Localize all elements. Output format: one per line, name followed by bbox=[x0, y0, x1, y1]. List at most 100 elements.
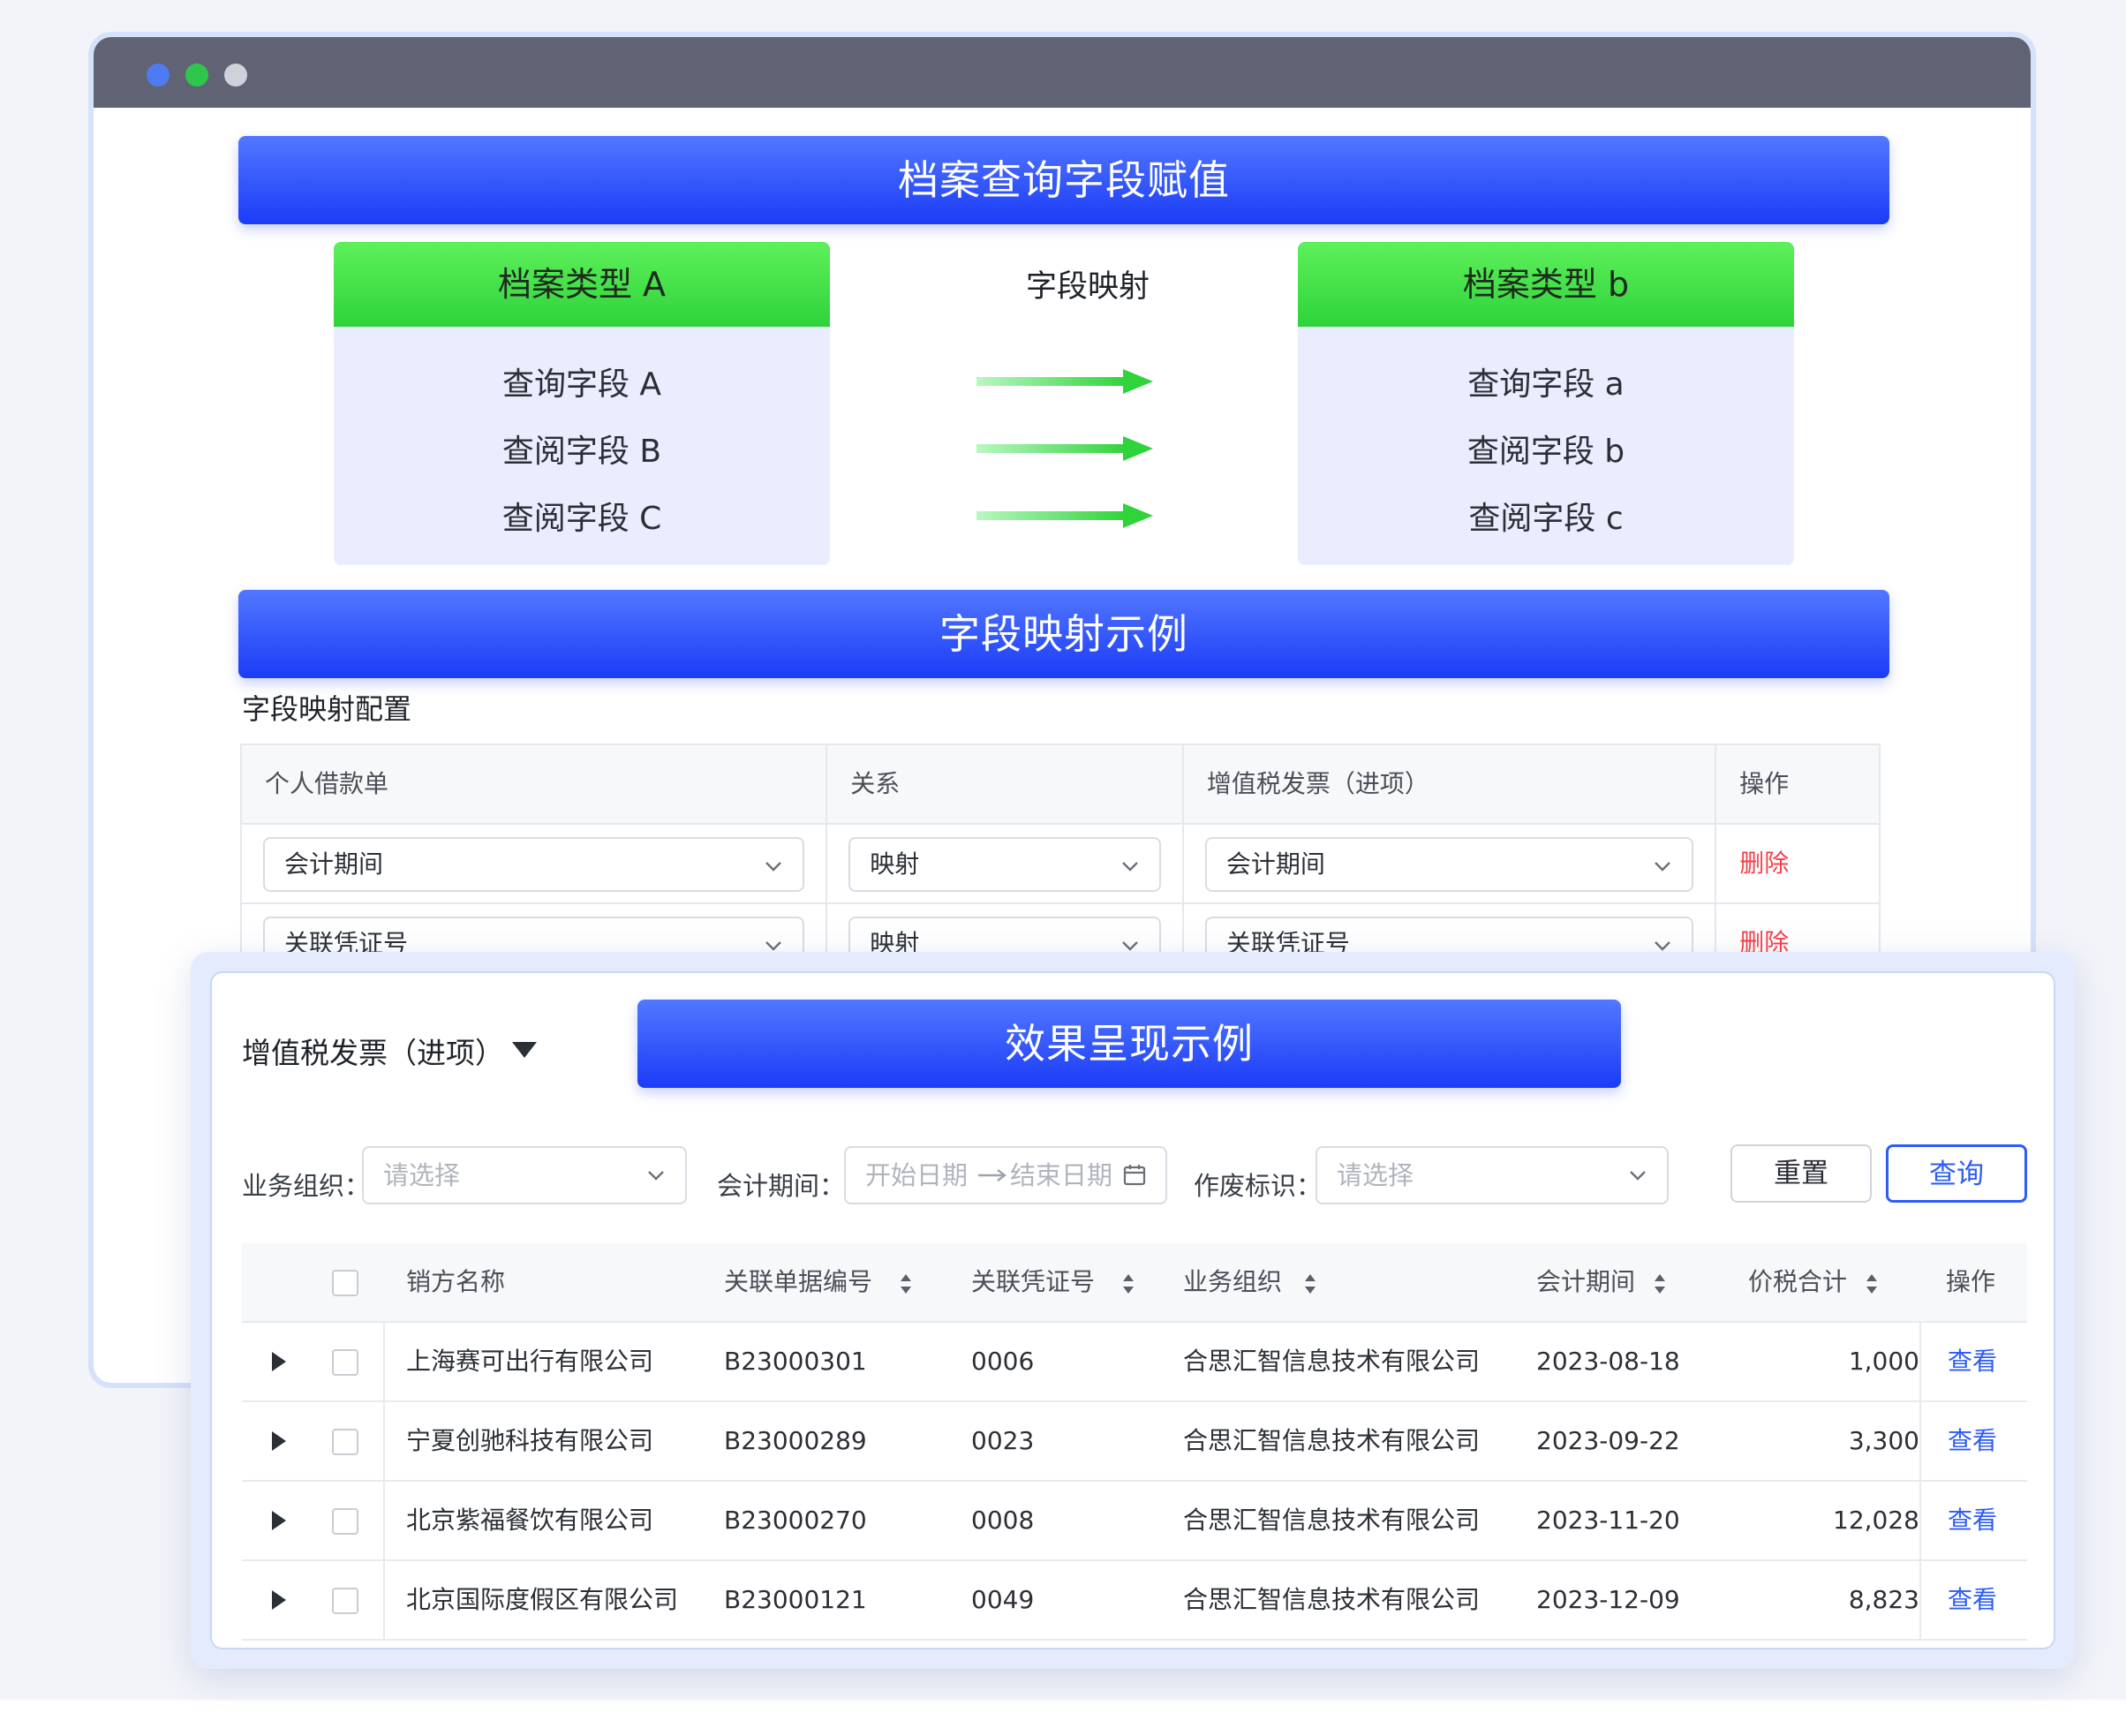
header-total: 价税合计 bbox=[1748, 1267, 1848, 1296]
cell-period: 2023-12-09 bbox=[1536, 1585, 1680, 1614]
reset-button[interactable]: 重置 bbox=[1730, 1144, 1872, 1203]
config-section-title: 字段映射配置 bbox=[242, 692, 412, 726]
calendar-icon bbox=[1123, 1165, 1146, 1186]
type-a-title: 档案类型 A bbox=[334, 242, 830, 327]
view-link[interactable]: 查看 bbox=[1948, 1323, 1997, 1400]
example-title-banner: 字段映射示例 bbox=[238, 590, 1889, 678]
relation-select[interactable]: 映射 bbox=[848, 837, 1161, 892]
config-header-action: 操作 bbox=[1716, 745, 1881, 825]
chevron-down-icon bbox=[1630, 1171, 1646, 1181]
mapping-label: 字段映射 bbox=[1025, 269, 1150, 305]
doc-type-selector[interactable]: 增值税发票（进项） bbox=[242, 1030, 504, 1072]
cell-doc-no: B23000301 bbox=[724, 1347, 867, 1376]
cell-doc-no: B23000121 bbox=[724, 1585, 867, 1614]
header-org: 业务组织 bbox=[1183, 1267, 1283, 1296]
chevron-down-icon bbox=[648, 1171, 664, 1181]
view-link[interactable]: 查看 bbox=[1948, 1561, 1997, 1639]
type-a-card: 档案类型 A 查询字段 A 查阅字段 B 查阅字段 C bbox=[334, 242, 830, 565]
header-period: 会计期间 bbox=[1536, 1267, 1636, 1296]
window-dot-blue[interactable] bbox=[147, 64, 170, 87]
cell-org: 合思汇智信息技术有限公司 bbox=[1183, 1426, 1481, 1455]
type-a-field-1: 查询字段 A bbox=[501, 366, 662, 403]
delete-link[interactable]: 删除 bbox=[1716, 825, 1879, 902]
target-field-select[interactable]: 会计期间 bbox=[1204, 837, 1694, 892]
select-value: 会计期间 bbox=[284, 849, 384, 879]
arrow-right-icon bbox=[978, 1169, 1006, 1181]
org-filter-select[interactable]: 请选择 bbox=[362, 1146, 687, 1204]
mapping-arrow-icon bbox=[976, 436, 1153, 461]
table-row: 北京国际度假区有限公司 B23000121 0049 合思汇智信息技术有限公司 … bbox=[242, 1561, 2027, 1641]
sort-icon[interactable] bbox=[1865, 1273, 1879, 1294]
row-checkbox[interactable] bbox=[332, 1588, 358, 1614]
header-seller: 销方名称 bbox=[406, 1267, 506, 1296]
header-doc-no: 关联单据编号 bbox=[724, 1267, 873, 1296]
cell-voucher: 0006 bbox=[971, 1347, 1035, 1376]
caret-down-icon[interactable] bbox=[512, 1042, 537, 1058]
cell-period: 2023-08-18 bbox=[1536, 1347, 1680, 1376]
cell-seller: 宁夏创驰科技有限公司 bbox=[406, 1426, 654, 1455]
select-all-checkbox[interactable] bbox=[332, 1270, 358, 1296]
void-filter-select[interactable]: 请选择 bbox=[1316, 1146, 1669, 1204]
view-link[interactable]: 查看 bbox=[1948, 1402, 1997, 1480]
select-placeholder: 请选择 bbox=[383, 1160, 461, 1190]
results-table-header: 销方名称 关联单据编号 关联凭证号 业务组织 会计期间 价税合计 操作 bbox=[242, 1243, 2027, 1323]
mapping-arrow-icon bbox=[976, 369, 1153, 394]
type-a-field-3: 查阅字段 C bbox=[501, 501, 662, 537]
chevron-down-icon bbox=[1121, 862, 1138, 872]
expand-icon[interactable] bbox=[272, 1431, 286, 1451]
sort-icon[interactable] bbox=[1303, 1273, 1317, 1294]
source-field-select[interactable]: 会计期间 bbox=[263, 837, 805, 892]
start-date-placeholder: 开始日期 bbox=[865, 1160, 969, 1190]
type-a-field-2: 查阅字段 B bbox=[501, 434, 662, 470]
window-dot-green[interactable] bbox=[185, 64, 208, 87]
effect-panel: 增值税发票（进项） 效果呈现示例 业务组织： 请选择 会计期间： 开始日期 结束… bbox=[191, 952, 2075, 1669]
cell-org: 合思汇智信息技术有限公司 bbox=[1183, 1585, 1481, 1614]
expand-icon[interactable] bbox=[272, 1352, 286, 1371]
config-row: 会计期间 映射 会计期间 删除 bbox=[242, 825, 1881, 904]
table-row: 上海赛可出行有限公司 B23000301 0006 合思汇智信息技术有限公司 2… bbox=[242, 1323, 2027, 1402]
mapping-config-table: 个人借款单 关系 增值税发票（进项） 操作 会计期间 映射 会计期间 删除 关联… bbox=[240, 743, 1881, 984]
row-checkbox[interactable] bbox=[332, 1508, 358, 1535]
select-placeholder: 请选择 bbox=[1337, 1160, 1414, 1190]
table-row: 宁夏创驰科技有限公司 B23000289 0023 合思汇智信息技术有限公司 2… bbox=[242, 1402, 2027, 1482]
chevron-down-icon bbox=[765, 862, 782, 872]
type-b-field-3: 查阅字段 c bbox=[1468, 501, 1624, 537]
results-table: 销方名称 关联单据编号 关联凭证号 业务组织 会计期间 价税合计 操作 上海赛可… bbox=[242, 1243, 2027, 1641]
cell-period: 2023-09-22 bbox=[1536, 1426, 1680, 1455]
query-button[interactable]: 查询 bbox=[1886, 1144, 2027, 1203]
expand-icon[interactable] bbox=[272, 1511, 286, 1530]
end-date-placeholder: 结束日期 bbox=[1010, 1160, 1113, 1190]
expand-icon[interactable] bbox=[272, 1590, 286, 1610]
sort-icon[interactable] bbox=[1653, 1273, 1667, 1294]
cell-period: 2023-11-20 bbox=[1536, 1506, 1680, 1535]
header-action: 操作 bbox=[1946, 1267, 1996, 1296]
effect-title-banner: 效果呈现示例 bbox=[637, 1000, 1621, 1088]
cell-seller: 北京紫福餐饮有限公司 bbox=[406, 1506, 654, 1535]
view-link[interactable]: 查看 bbox=[1948, 1482, 1997, 1559]
bottom-band bbox=[0, 1700, 2126, 1736]
mapping-title: 档案查询字段赋值 bbox=[898, 156, 1230, 204]
cell-seller: 北京国际度假区有限公司 bbox=[406, 1585, 679, 1614]
header-voucher: 关联凭证号 bbox=[971, 1267, 1096, 1296]
type-b-field-1: 查询字段 a bbox=[1467, 366, 1625, 403]
example-title: 字段映射示例 bbox=[939, 610, 1188, 658]
type-b-card: 档案类型 b 查询字段 a 查阅字段 b 查阅字段 c bbox=[1298, 242, 1794, 565]
cell-voucher: 0049 bbox=[971, 1585, 1035, 1614]
config-table-header: 个人借款单 关系 增值税发票（进项） 操作 bbox=[242, 745, 1881, 825]
sort-icon[interactable] bbox=[899, 1273, 913, 1294]
row-checkbox[interactable] bbox=[332, 1429, 358, 1455]
config-header-relation: 关系 bbox=[827, 745, 1184, 825]
cell-total: 12,028 bbox=[1833, 1506, 1919, 1535]
table-row: 北京紫福餐饮有限公司 B23000270 0008 合思汇智信息技术有限公司 2… bbox=[242, 1482, 2027, 1561]
period-range-picker[interactable]: 开始日期 结束日期 bbox=[844, 1146, 1167, 1204]
cell-voucher: 0023 bbox=[971, 1426, 1035, 1455]
type-b-title: 档案类型 b bbox=[1298, 242, 1794, 327]
window-dot-gray[interactable] bbox=[224, 64, 247, 87]
cell-org: 合思汇智信息技术有限公司 bbox=[1183, 1347, 1481, 1376]
void-filter-label: 作废标识： bbox=[1194, 1171, 1323, 1201]
sort-icon[interactable] bbox=[1121, 1273, 1135, 1294]
effect-panel-inner: 增值税发票（进项） 效果呈现示例 业务组织： 请选择 会计期间： 开始日期 结束… bbox=[210, 971, 2055, 1649]
org-filter-label: 业务组织： bbox=[242, 1171, 371, 1201]
cell-doc-no: B23000289 bbox=[724, 1426, 867, 1455]
row-checkbox[interactable] bbox=[332, 1349, 358, 1376]
